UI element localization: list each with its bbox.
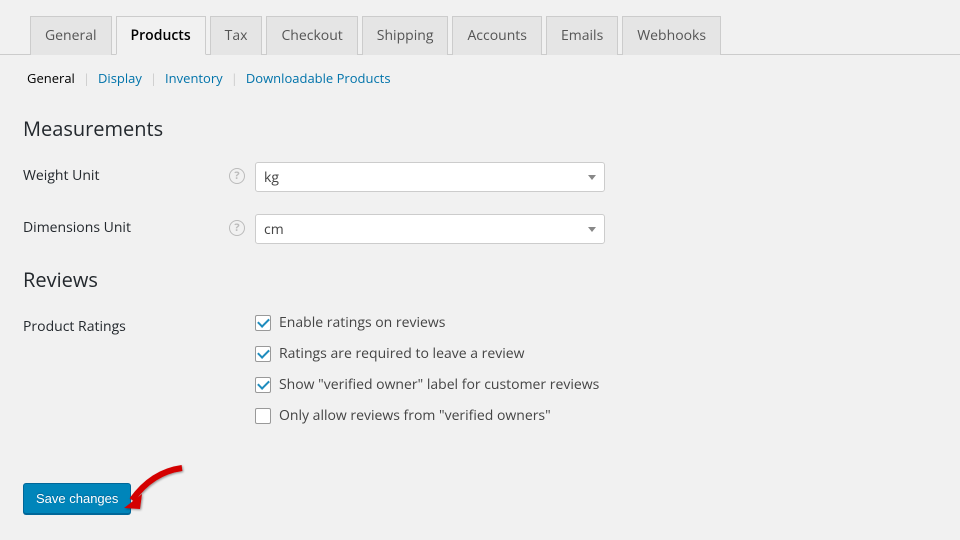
checkbox[interactable] [255, 315, 271, 331]
subnav-item-display[interactable]: Display [94, 69, 146, 87]
subnav: General|Display|Inventory|Downloadable P… [0, 55, 960, 87]
main-tabs: GeneralProductsTaxCheckoutShippingAccoun… [0, 0, 960, 55]
field-col: kg [255, 162, 937, 192]
checkbox-label: Ratings are required to leave a review [279, 344, 524, 363]
checkbox-row: Show "verified owner" label for customer… [255, 375, 937, 394]
checkbox-row: Only allow reviews from "verified owners… [255, 406, 937, 425]
separator: | [227, 69, 242, 87]
weight-unit-select[interactable]: kg [255, 162, 605, 192]
field-row-weight: Weight Unit ? kg [23, 162, 937, 192]
save-changes-button[interactable]: Save changes [23, 483, 131, 514]
checkbox-row: Enable ratings on reviews [255, 313, 937, 332]
chevron-down-icon [588, 227, 596, 232]
tab-products[interactable]: Products [116, 16, 206, 55]
field-row-ratings: Product Ratings Enable ratings on review… [23, 313, 937, 437]
separator: | [79, 69, 94, 87]
checkbox[interactable] [255, 346, 271, 362]
subnav-item-inventory[interactable]: Inventory [161, 69, 227, 87]
checkbox-label: Enable ratings on reviews [279, 313, 445, 332]
subnav-item-general[interactable]: General [23, 69, 79, 87]
dimensions-unit-value: cm [264, 220, 284, 239]
label-col: Weight Unit ? [23, 162, 255, 185]
tab-shipping[interactable]: Shipping [362, 16, 449, 55]
section-title-reviews: Reviews [23, 266, 937, 293]
label-col: Product Ratings [23, 313, 255, 336]
section-title-measurements: Measurements [23, 115, 937, 142]
content-area: Measurements Weight Unit ? kg Dimensions… [0, 87, 960, 534]
field-col: cm [255, 214, 937, 244]
checkbox-row: Ratings are required to leave a review [255, 344, 937, 363]
checkbox-label: Only allow reviews from "verified owners… [279, 406, 551, 425]
field-col: Enable ratings on reviews Ratings are req… [255, 313, 937, 437]
checkbox[interactable] [255, 377, 271, 393]
tab-checkout[interactable]: Checkout [266, 16, 357, 55]
help-icon[interactable]: ? [229, 220, 245, 236]
dimensions-unit-select[interactable]: cm [255, 214, 605, 244]
weight-unit-value: kg [264, 168, 279, 187]
tab-tax[interactable]: Tax [210, 16, 263, 55]
tab-webhooks[interactable]: Webhooks [622, 16, 721, 55]
subnav-item-downloadable-products[interactable]: Downloadable Products [242, 69, 395, 87]
tab-general[interactable]: General [30, 16, 112, 55]
tab-accounts[interactable]: Accounts [452, 16, 542, 55]
separator: | [146, 69, 161, 87]
chevron-down-icon [588, 175, 596, 180]
dimensions-unit-label: Dimensions Unit [23, 218, 131, 237]
checkbox[interactable] [255, 408, 271, 424]
help-icon[interactable]: ? [229, 168, 245, 184]
product-ratings-label: Product Ratings [23, 317, 126, 336]
checkbox-label: Show "verified owner" label for customer… [279, 375, 599, 394]
field-row-dimensions: Dimensions Unit ? cm [23, 214, 937, 244]
tab-emails[interactable]: Emails [546, 16, 618, 55]
weight-unit-label: Weight Unit [23, 166, 99, 185]
label-col: Dimensions Unit ? [23, 214, 255, 237]
